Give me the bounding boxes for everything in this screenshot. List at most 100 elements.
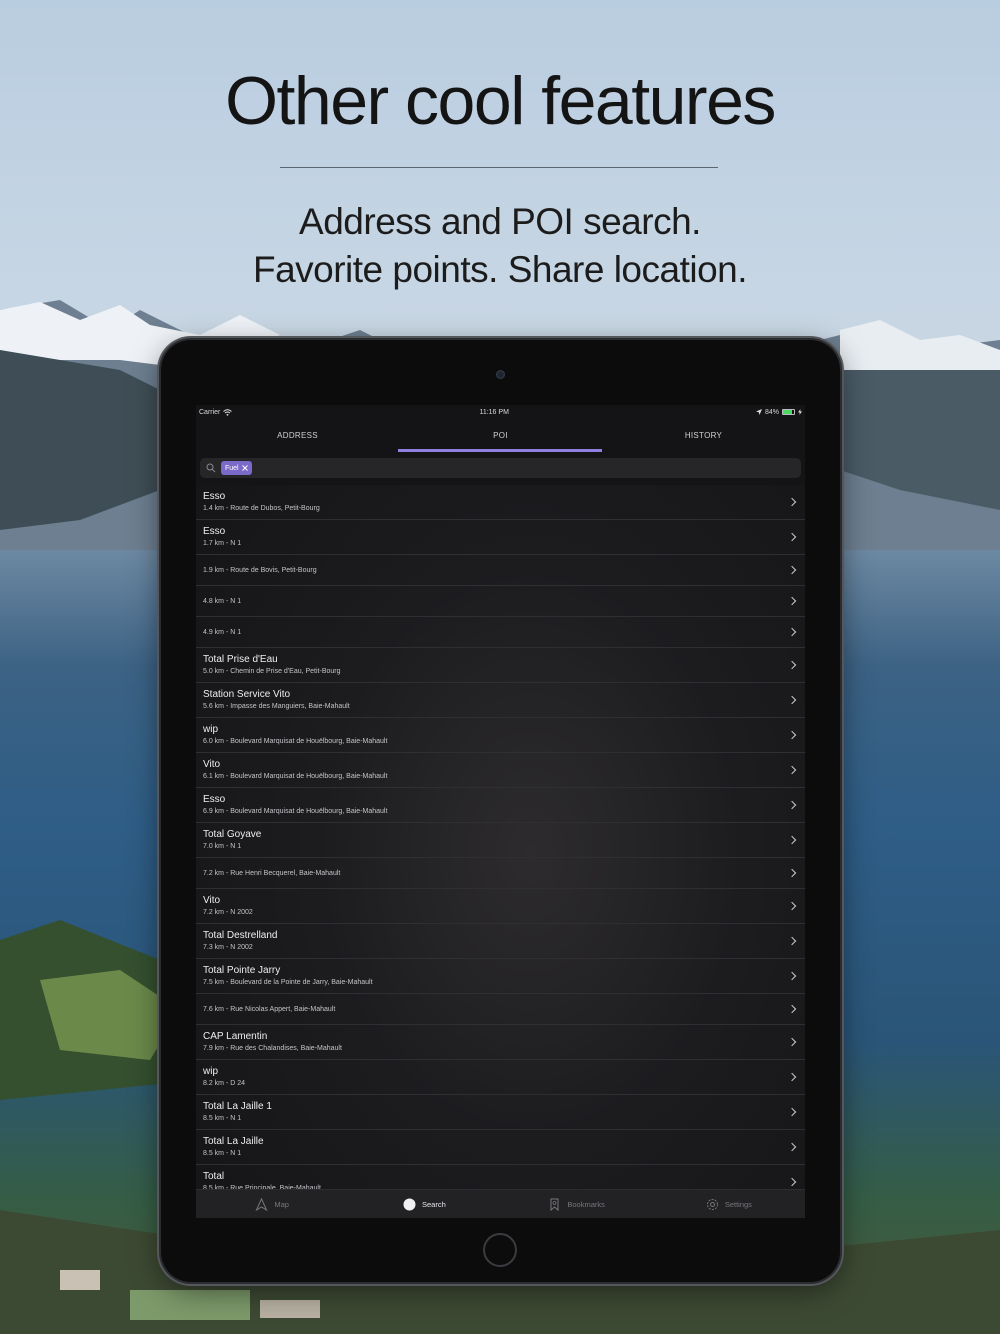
list-item[interactable]: Total Prise d'Eau 5.0 km - Chemin de Pris… — [196, 648, 805, 683]
poi-distance-address: 1.9 km - Route de Bovis, Petit-Bourg — [203, 567, 317, 574]
list-item[interactable]: 4.8 km - N 1 — [196, 586, 805, 617]
bottom-tab-map[interactable]: Map — [196, 1190, 348, 1218]
poi-distance-address: 8.2 km - D 24 — [203, 1080, 246, 1087]
poi-distance-address: 5.0 km - Chemin de Prise d'Eau, Petit-Bo… — [203, 668, 341, 675]
poi-distance-address: 1.4 km - Route de Dubos, Petit-Bourg — [203, 505, 320, 512]
tab-address[interactable]: ADDRESS — [196, 419, 399, 452]
poi-name: Vito — [203, 759, 221, 770]
chevron-right-icon — [787, 627, 797, 637]
list-item[interactable]: Vito 7.2 km - N 2002 — [196, 889, 805, 924]
poi-distance-address: 5.6 km - Impasse des Manguiers, Baie-Mah… — [203, 703, 350, 710]
chevron-right-icon — [787, 730, 797, 740]
home-button[interactable] — [483, 1233, 517, 1267]
close-icon[interactable] — [241, 465, 248, 471]
battery-icon — [781, 409, 795, 415]
bookmark-icon — [550, 1198, 559, 1211]
gear-icon — [706, 1198, 718, 1210]
chevron-right-icon — [787, 1107, 797, 1117]
chevron-right-icon — [787, 532, 797, 542]
poi-name: Station Service Vito — [203, 689, 291, 700]
list-item[interactable]: Esso 1.4 km - Route de Dubos, Petit-Bourg — [196, 485, 805, 520]
list-item[interactable]: wip 6.0 km - Boulevard Marquisat de Houël… — [196, 718, 805, 753]
chevron-right-icon — [787, 660, 797, 670]
list-item[interactable]: 1.9 km - Route de Bovis, Petit-Bourg — [196, 555, 805, 586]
chevron-right-icon — [787, 971, 797, 981]
chevron-right-icon — [787, 596, 797, 606]
promo-subline-1: Address and POI search. — [299, 201, 701, 242]
chevron-right-icon — [787, 565, 797, 575]
chevron-right-icon — [787, 695, 797, 705]
poi-name: Total Prise d'Eau — [203, 654, 278, 665]
poi-name: Total La Jaille — [203, 1136, 264, 1147]
poi-distance-address: 7.0 km - N 1 — [203, 843, 242, 850]
carrier-label: Carrier — [199, 408, 221, 416]
poi-name: Esso — [203, 794, 226, 805]
bottom-tab-bookmarks[interactable]: Bookmarks — [501, 1190, 653, 1218]
list-item[interactable]: Station Service Vito 5.6 km - Impasse des… — [196, 683, 805, 718]
poi-name: Total Pointe Jarry — [203, 965, 281, 976]
search-icon — [403, 1198, 416, 1210]
location-arrow-icon — [755, 409, 762, 415]
list-item[interactable]: Total Goyave 7.0 km - N 1 — [196, 823, 805, 858]
bottom-tab-settings[interactable]: Settings — [653, 1190, 805, 1218]
ipad-device: Carrier 11:16 PM 84% ADDRESS POI HISTORY… — [161, 340, 840, 1282]
active-tab-indicator — [398, 449, 602, 452]
list-item[interactable]: Esso 1.7 km - N 1 — [196, 520, 805, 555]
chevron-right-icon — [787, 835, 797, 845]
bottom-tab-search-label: Search — [421, 1199, 446, 1209]
chevron-right-icon — [787, 1037, 797, 1047]
search-bar: Fuel — [196, 452, 805, 485]
poi-distance-address: 4.9 km - N 1 — [203, 629, 242, 636]
bottom-tab-settings-label: Settings — [724, 1199, 752, 1209]
list-item[interactable]: Total La Jaille 1 8.5 km - N 1 — [196, 1095, 805, 1130]
poi-distance-address: 6.0 km - Boulevard Marquisat de Houëlbou… — [203, 738, 388, 745]
list-item[interactable]: 7.2 km - Rue Henri Becquerel, Baie-Mahau… — [196, 858, 805, 889]
poi-name: Total — [203, 1171, 225, 1182]
poi-distance-address: 7.6 km - Rue Nicolas Appert, Baie-Mahaul… — [203, 1006, 336, 1013]
headline-divider — [280, 167, 718, 168]
tab-poi[interactable]: POI — [399, 419, 602, 452]
list-item[interactable]: Total Pointe Jarry 7.5 km - Boulevard de … — [196, 959, 805, 994]
search-input[interactable]: Fuel — [200, 458, 801, 478]
bottom-tab-bookmarks-label: Bookmarks — [567, 1199, 605, 1209]
list-item[interactable]: Esso 6.9 km - Boulevard Marquisat de Houë… — [196, 788, 805, 823]
chevron-right-icon — [787, 1177, 797, 1187]
poi-results-list: Esso 1.4 km - Route de Dubos, Petit-Bourg… — [196, 485, 805, 1200]
charging-bolt-icon — [797, 409, 802, 415]
wifi-icon — [223, 408, 233, 416]
battery-percent: 84% — [764, 408, 779, 416]
poi-distance-address: 6.9 km - Boulevard Marquisat de Houëlbou… — [203, 808, 388, 815]
promo-headline: Other cool features — [225, 63, 776, 139]
chevron-right-icon — [787, 765, 797, 775]
poi-distance-address: 4.8 km - N 1 — [203, 598, 242, 605]
list-item[interactable]: CAP Lamentin 7.9 km - Rue des Chalandises… — [196, 1025, 805, 1060]
poi-distance-address: 7.3 km - N 2002 — [203, 944, 253, 951]
list-item[interactable]: 4.9 km - N 1 — [196, 617, 805, 648]
chevron-right-icon — [787, 901, 797, 911]
bottom-tab-bar: Map Search Bookmarks Settings — [196, 1189, 805, 1218]
filter-token-label: Fuel — [225, 464, 239, 472]
list-item[interactable]: Total La Jaille 8.5 km - N 1 — [196, 1130, 805, 1165]
poi-distance-address: 8.5 km - N 1 — [203, 1115, 242, 1122]
chevron-right-icon — [787, 1142, 797, 1152]
filter-token[interactable]: Fuel — [221, 461, 252, 475]
tab-history[interactable]: HISTORY — [602, 419, 805, 452]
poi-distance-address: 8.5 km - N 1 — [203, 1150, 242, 1157]
bottom-tab-map-label: Map — [274, 1199, 289, 1209]
poi-name: Total La Jaille 1 — [203, 1101, 272, 1112]
search-icon — [206, 463, 216, 473]
chevron-right-icon — [787, 497, 797, 507]
list-item[interactable]: Total Destrelland 7.3 km - N 2002 — [196, 924, 805, 959]
poi-name: Vito — [203, 895, 221, 906]
list-item[interactable]: Vito 6.1 km - Boulevard Marquisat de Houë… — [196, 753, 805, 788]
poi-distance-address: 7.9 km - Rue des Chalandises, Baie-Mahau… — [203, 1045, 342, 1052]
list-item[interactable]: wip 8.2 km - D 24 — [196, 1060, 805, 1095]
promo-subline: Address and POI search. Favorite points.… — [0, 198, 1000, 294]
poi-name: Total Goyave — [203, 829, 262, 840]
navigation-arrow-icon — [255, 1197, 268, 1211]
search-mode-tabs: ADDRESS POI HISTORY — [196, 419, 805, 452]
status-bar: Carrier 11:16 PM 84% — [196, 405, 805, 419]
chevron-right-icon — [787, 800, 797, 810]
list-item[interactable]: 7.6 km - Rue Nicolas Appert, Baie-Mahaul… — [196, 994, 805, 1025]
bottom-tab-search[interactable]: Search — [348, 1190, 500, 1218]
